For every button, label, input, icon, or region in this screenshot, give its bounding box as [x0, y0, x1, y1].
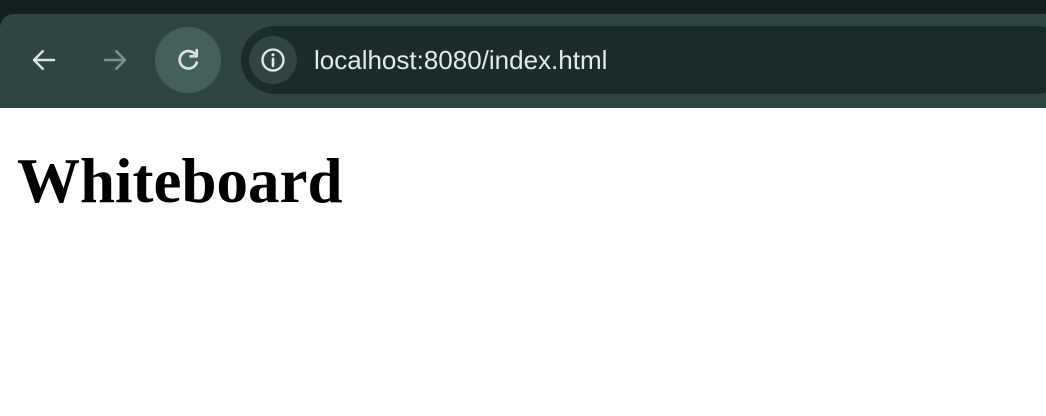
arrow-left-icon	[32, 50, 56, 70]
url-text[interactable]: localhost:8080/index.html	[314, 26, 607, 94]
site-info-button[interactable]	[249, 36, 297, 84]
reload-icon	[178, 48, 199, 70]
browser-chrome: localhost:8080/index.html	[0, 0, 1046, 108]
page-heading: Whiteboard	[17, 146, 343, 216]
info-icon	[261, 48, 285, 72]
browser-toolbar: localhost:8080/index.html	[0, 14, 1046, 108]
forward-button[interactable]	[82, 27, 148, 93]
arrow-right-icon	[103, 50, 127, 70]
back-button[interactable]	[11, 27, 77, 93]
reload-button[interactable]	[155, 27, 221, 93]
address-bar[interactable]: localhost:8080/index.html	[241, 26, 1046, 94]
page-content: Whiteboard	[0, 108, 1046, 416]
